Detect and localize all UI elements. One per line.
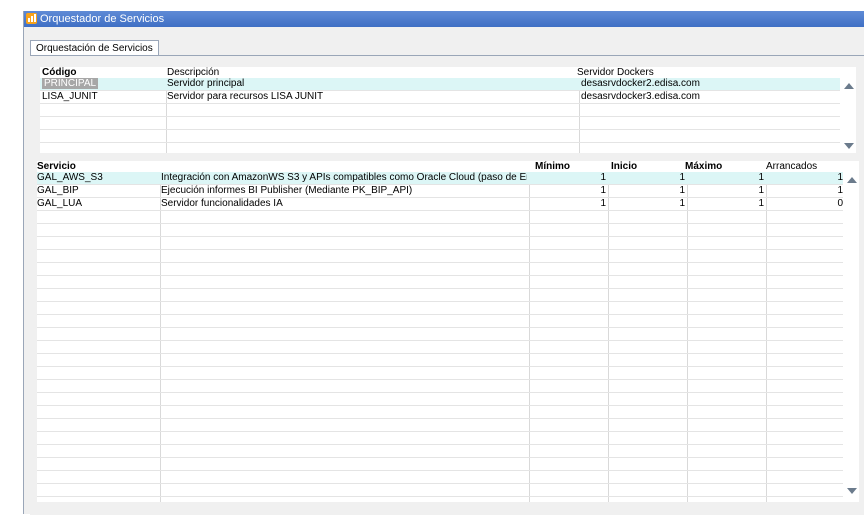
empty-row: [37, 458, 843, 471]
server-row[interactable]: PRINCIPAL Servidor principal desasrvdock…: [40, 78, 840, 91]
service-maximum: 1: [758, 172, 764, 183]
col-header-service[interactable]: Servicio: [37, 161, 76, 172]
services-grid: Servicio Mínimo Inicio Máximo Arrancados…: [37, 161, 859, 502]
server-description: Servidor principal: [167, 78, 245, 89]
service-minimum: 1: [600, 172, 606, 183]
service-code: GAL_LUA: [37, 198, 83, 209]
service-row[interactable]: GAL_AWS_S3 Integración con AmazonWS S3 y …: [37, 172, 843, 185]
servers-scrollbar[interactable]: [842, 78, 856, 153]
empty-row: [37, 250, 843, 263]
empty-row: [37, 419, 843, 432]
empty-row: [37, 484, 843, 497]
empty-row: [37, 471, 843, 484]
servers-grid: Código Descripción Servidor Dockers PRIN…: [40, 67, 856, 153]
empty-row: [37, 406, 843, 419]
service-maximum: 1: [758, 185, 764, 196]
service-minimum: 1: [600, 198, 606, 209]
server-row[interactable]: LISA_JUNIT Servidor para recursos LISA J…: [40, 91, 840, 104]
tab-orquestacion[interactable]: Orquestación de Servicios: [30, 40, 159, 56]
empty-row: [37, 328, 843, 341]
server-description: Servidor para recursos LISA JUNIT: [167, 91, 324, 102]
empty-row: [37, 380, 843, 393]
empty-row: [37, 367, 843, 380]
col-header-started[interactable]: Arrancados: [766, 161, 817, 172]
empty-row: [37, 445, 843, 458]
service-start: 1: [679, 172, 685, 183]
col-header-minimum[interactable]: Mínimo: [535, 161, 570, 172]
main-window: Orquestador de Servicios Orquestación de…: [23, 11, 864, 515]
empty-row: [37, 393, 843, 406]
service-maximum: 1: [758, 198, 764, 209]
col-header-start[interactable]: Inicio: [611, 161, 637, 172]
service-description: Servidor funcionalidades IA: [161, 198, 283, 209]
service-start: 1: [679, 198, 685, 209]
empty-row: [37, 276, 843, 289]
empty-row: [37, 237, 843, 250]
empty-row: [37, 302, 843, 315]
empty-row: [37, 354, 843, 367]
service-minimum: 1: [600, 185, 606, 196]
server-code: LISA_JUNIT: [42, 91, 98, 102]
window-title: Orquestador de Servicios: [40, 13, 165, 25]
tab-strip: Orquestación de Servicios: [24, 27, 864, 56]
server-host: desasrvdocker2.edisa.com: [581, 78, 700, 89]
empty-row: [37, 432, 843, 445]
col-header-server[interactable]: Servidor Dockers: [577, 67, 654, 78]
col-header-maximum[interactable]: Máximo: [685, 161, 722, 172]
scroll-down-icon[interactable]: [844, 143, 854, 149]
scroll-down-icon[interactable]: [847, 488, 857, 494]
service-row[interactable]: GAL_BIP Ejecución informes BI Publisher (…: [37, 185, 843, 198]
empty-row: [37, 289, 843, 302]
col-header-description[interactable]: Descripción: [167, 67, 219, 78]
service-start: 1: [679, 185, 685, 196]
service-description: Ejecución informes BI Publisher (Mediant…: [161, 185, 413, 196]
empty-row: [37, 315, 843, 328]
scroll-up-icon[interactable]: [844, 83, 854, 89]
service-started: 1: [837, 172, 843, 183]
title-bar: Orquestador de Servicios: [24, 11, 864, 27]
service-code: GAL_AWS_S3: [37, 172, 103, 183]
tab-panel: Código Descripción Servidor Dockers PRIN…: [30, 55, 864, 515]
scroll-up-icon[interactable]: [847, 177, 857, 183]
empty-row: [37, 224, 843, 237]
server-code: PRINCIPAL: [42, 78, 99, 89]
server-host: desasrvdocker3.edisa.com: [581, 91, 700, 102]
empty-row: [37, 211, 843, 224]
col-header-code[interactable]: Código: [42, 67, 76, 78]
service-description: Integración con AmazonWS S3 y APIs compa…: [161, 172, 527, 183]
service-started: 0: [837, 198, 843, 209]
service-started: 1: [837, 185, 843, 196]
service-row[interactable]: GAL_LUA Servidor funcionalidades IA 1 1 1 0: [37, 198, 843, 211]
empty-row: [37, 341, 843, 354]
app-logo-icon: [26, 13, 37, 24]
service-code: GAL_BIP: [37, 185, 79, 196]
empty-row: [37, 263, 843, 276]
services-scrollbar[interactable]: [845, 172, 859, 502]
